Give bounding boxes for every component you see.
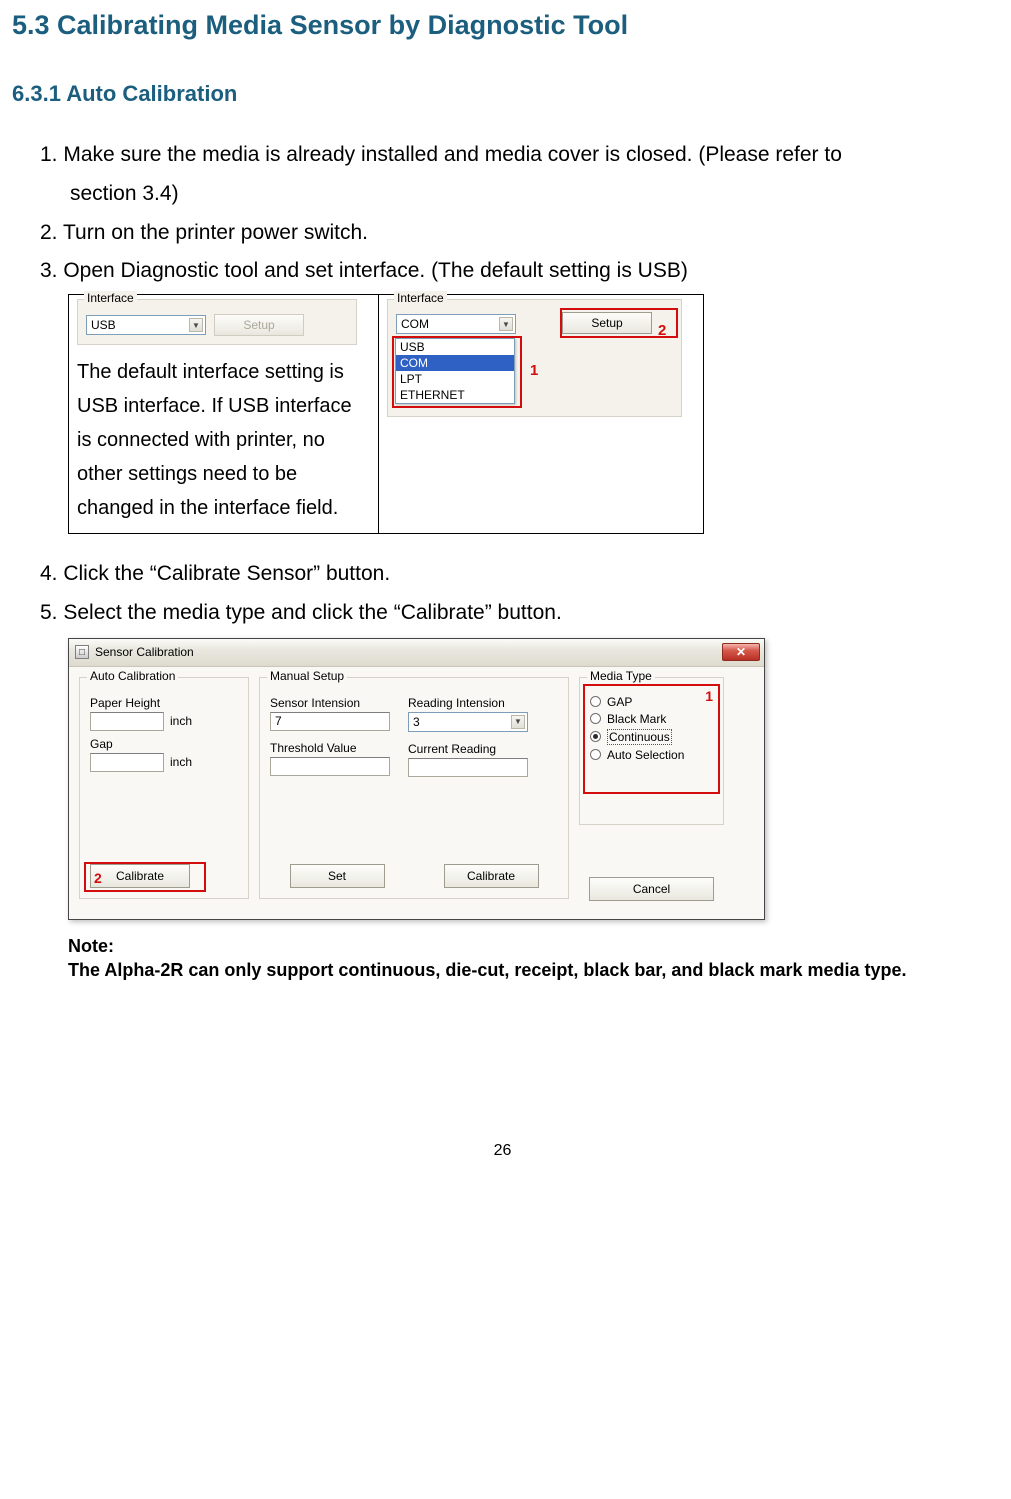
option-ethernet[interactable]: ETHERNET (396, 387, 514, 403)
option-lpt[interactable]: LPT (396, 371, 514, 387)
threshold-value-input[interactable] (270, 757, 390, 776)
cancel-button[interactable]: Cancel (589, 877, 714, 901)
gap-label: Gap (90, 737, 238, 751)
setup-button[interactable]: Setup (562, 312, 652, 334)
current-reading-label: Current Reading (408, 742, 528, 756)
chevron-down-icon: ▼ (499, 317, 513, 331)
annotation-box-1: USB COM LPT ETHERNET (392, 336, 522, 408)
chevron-down-icon: ▼ (189, 318, 203, 332)
sensor-intension-label: Sensor Intension (270, 696, 390, 710)
button-label: Setup (243, 318, 274, 332)
step-text: 3. Open Diagnostic tool and set interfac… (40, 259, 688, 282)
current-reading-input[interactable] (408, 758, 528, 777)
close-icon: ✕ (736, 645, 746, 659)
option-usb[interactable]: USB (396, 339, 514, 355)
set-button[interactable]: Set (290, 864, 385, 888)
interface-select-com[interactable]: COM ▼ (396, 314, 516, 334)
step-text: 1. Make sure the media is already instal… (40, 143, 842, 166)
interface-select-usb[interactable]: USB ▼ (86, 315, 206, 335)
right-column: Media Type 1 GAP Black Mark Continuous (579, 677, 724, 901)
step-1-cont: section 3.4) (40, 176, 993, 213)
note-heading: Note: (68, 934, 978, 958)
reading-intension-label: Reading Intension (408, 696, 528, 710)
threshold-value-label: Threshold Value (270, 741, 390, 755)
step-5: 5. Select the media type and click the “… (40, 595, 993, 632)
step-1: 1. Make sure the media is already instal… (40, 137, 993, 174)
interface-options-list[interactable]: USB COM LPT ETHERNET (395, 338, 515, 404)
reading-intension-select[interactable]: 3 ▼ (408, 712, 528, 732)
step-2: 2. Turn on the printer power switch. (40, 215, 993, 252)
dialog-title: Sensor Calibration (95, 645, 194, 659)
option-com[interactable]: COM (396, 355, 514, 371)
sensor-intension-input[interactable]: 7 (270, 712, 390, 731)
interface-cell-usb: Interface USB ▼ Setup The default interf… (69, 295, 379, 534)
interface-group-com: Interface COM ▼ Setup 2 (387, 299, 682, 417)
app-icon: ☐ (75, 645, 89, 659)
dialog-body: Auto Calibration Paper Height inch Gap i… (69, 667, 764, 919)
annotation-label-1: 1 (530, 362, 538, 379)
step-text: 2. Turn on the printer power switch. (40, 221, 368, 244)
sensor-calibration-dialog: ☐ Sensor Calibration ✕ Auto Calibration … (68, 638, 765, 920)
interface-desc: The default interface setting is USB int… (77, 355, 370, 525)
button-label: Cancel (633, 882, 670, 896)
button-label: Calibrate (467, 869, 515, 883)
select-value: 3 (413, 715, 420, 729)
manual-calibrate-button[interactable]: Calibrate (444, 864, 539, 888)
note-block: Note: The Alpha-2R can only support cont… (68, 934, 978, 983)
group-label: Manual Setup (267, 669, 347, 683)
paper-height-input[interactable] (90, 712, 164, 731)
group-label: Media Type (587, 669, 655, 683)
group-label: Interface (394, 291, 447, 305)
group-label: Auto Calibration (87, 669, 178, 683)
step-4: 4. Click the “Calibrate Sensor” button. (40, 556, 993, 593)
annotation-box-media (583, 684, 720, 794)
setup-button-disabled: Setup (214, 314, 304, 336)
page-number: 26 (12, 1142, 993, 1160)
steps-block: 1. Make sure the media is already instal… (12, 137, 993, 290)
subsection-heading: 6.3.1 Auto Calibration (12, 81, 993, 107)
step-3: 3. Open Diagnostic tool and set interfac… (40, 253, 993, 290)
gap-input[interactable] (90, 753, 164, 772)
button-label: Setup (591, 316, 622, 330)
note-text: The Alpha-2R can only support continuous… (68, 958, 978, 982)
close-button[interactable]: ✕ (722, 643, 760, 661)
annotation-box-calibrate (84, 862, 206, 892)
annotation-label-1: 1 (705, 688, 713, 704)
step-text: section 3.4) (70, 182, 179, 205)
annotation-label-2: 2 (94, 870, 102, 886)
interface-cell-com: Interface COM ▼ Setup 2 (379, 295, 704, 534)
steps-block-2: 4. Click the “Calibrate Sensor” button. … (12, 556, 993, 632)
unit-label: inch (170, 755, 192, 769)
section-heading: 5.3 Calibrating Media Sensor by Diagnost… (12, 10, 993, 41)
unit-label: inch (170, 714, 192, 728)
select-value: USB (91, 318, 116, 332)
auto-calibration-group: Auto Calibration Paper Height inch Gap i… (79, 677, 249, 899)
paper-height-label: Paper Height (90, 696, 238, 710)
manual-setup-group: Manual Setup Sensor Intension 7 Threshol… (259, 677, 569, 899)
media-type-group: Media Type 1 GAP Black Mark Continuous (579, 677, 724, 825)
interface-group-usb: Interface USB ▼ Setup (77, 299, 357, 345)
button-label: Set (328, 869, 346, 883)
step-text: 5. Select the media type and click the “… (40, 601, 562, 624)
chevron-down-icon: ▼ (511, 715, 525, 729)
dialog-titlebar: ☐ Sensor Calibration ✕ (69, 639, 764, 667)
group-label: Interface (84, 291, 137, 305)
select-value: COM (401, 317, 429, 331)
step-text: 4. Click the “Calibrate Sensor” button. (40, 562, 390, 585)
interface-comparison-table: Interface USB ▼ Setup The default interf… (68, 294, 704, 534)
